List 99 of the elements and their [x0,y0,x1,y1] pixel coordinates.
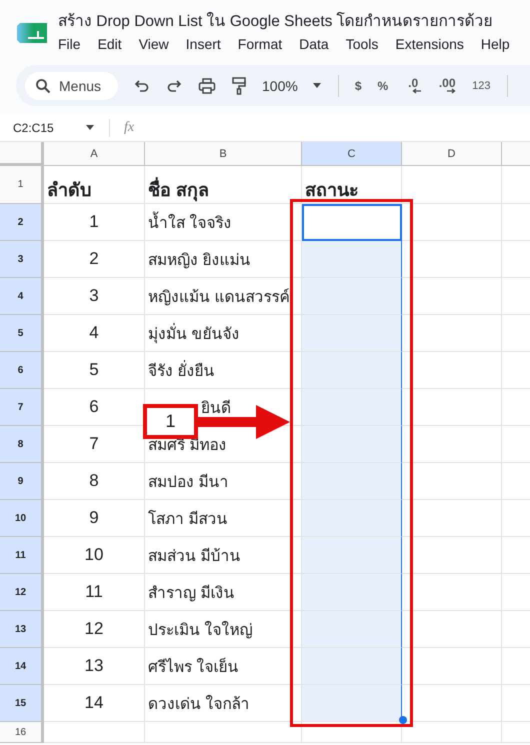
selected-cell[interactable] [302,241,402,278]
callout-label: 1 [143,404,198,439]
caret-icon [85,124,95,130]
selected-cell[interactable] [302,574,402,611]
selected-cell[interactable] [302,315,402,352]
row-header[interactable]: 10 [0,500,44,537]
redo-icon[interactable] [166,78,182,94]
table-cell-text: หญิงแม้น แดนสวรรค์ [148,287,290,308]
sheets-logo-icon[interactable] [16,20,50,46]
table-cell: มุ่งมั่น ขยันจัง [148,320,240,346]
table-cell: 1 [89,212,99,232]
row-header[interactable]: 12 [0,574,44,611]
table-cell-text: ดวงเด่น ใจกล้า [148,694,250,714]
table-cell-text: ประเมิน ใจใหญ่ [148,620,252,640]
active-cell[interactable] [302,204,402,241]
row-header[interactable]: 5 [0,315,44,352]
column-header[interactable]: B [145,142,302,166]
row-header[interactable]: 2 [0,204,44,241]
increase-decimal-button[interactable]: .00 [438,78,456,94]
empty-cell[interactable] [402,722,502,743]
table-cell-text: สมส่วน มีบ้าน [148,546,240,566]
row-header[interactable]: 7 [0,389,44,426]
table-cell-text: สำราญ มีเงิน [148,584,234,604]
menu-item[interactable]: Help [480,36,510,52]
decrease-decimal-button[interactable]: .0 [404,78,422,94]
table-cell: 7 [89,434,99,454]
selected-cell[interactable] [302,685,402,722]
table-cell: 9 [89,508,99,528]
empty-cell[interactable] [402,166,502,204]
table-cell-text: ยินดี [201,398,231,418]
print-icon[interactable] [198,78,216,94]
fill-handle[interactable] [399,716,407,724]
menu-item[interactable]: Format [238,36,282,52]
table-cell: ชื่อ สกุล [148,165,210,204]
table-cell: 13 [84,656,104,676]
row-header[interactable]: 14 [0,648,44,685]
table-cell: 8 [89,471,99,491]
selected-cell[interactable] [302,426,402,463]
row-header[interactable]: 1 [0,166,44,204]
zoom-dropdown[interactable]: 100% [262,78,322,94]
table-cell: 10 [84,545,104,565]
table-cell-text: ลำดับ [47,179,91,202]
table-cell: 3 [89,286,99,306]
column-header[interactable]: C [302,142,402,166]
selected-cell[interactable] [302,537,402,574]
column-header[interactable]: D [402,142,502,166]
menu-item[interactable]: Insert [186,36,221,52]
row-header[interactable]: 3 [0,241,44,278]
table-cell-text: สถานะ [305,179,359,202]
table-cell: 12 [84,619,104,639]
table-cell-text: สมปอง มีนา [148,472,228,492]
table-cell: 11 [85,582,103,602]
search-menus-field[interactable]: Menus [25,72,118,100]
number-format-button[interactable]: 123 [472,80,491,92]
table-cell: น้ำใส ใจจริง [148,210,232,234]
row-header[interactable]: 13 [0,611,44,648]
right-arrow-icon [446,88,456,94]
select-all-corner[interactable] [0,142,44,166]
selected-cell[interactable] [302,611,402,648]
table-cell: 14 [84,693,104,713]
selected-cell[interactable] [302,389,402,426]
menu-item[interactable]: Edit [98,36,122,52]
selected-cell[interactable] [302,648,402,685]
row-header[interactable]: 6 [0,352,44,389]
table-cell: 5 [89,360,99,380]
left-arrow-icon [412,88,422,94]
selected-cell[interactable] [302,278,402,315]
percent-button[interactable]: % [378,78,388,92]
row-header[interactable]: 4 [0,278,44,315]
caret-icon [312,82,322,88]
row-header[interactable]: 16 [0,722,44,743]
menu-item[interactable]: File [58,36,81,52]
column-header[interactable]: A [44,142,145,166]
row-header[interactable]: 15 [0,685,44,722]
currency-button[interactable]: $ [354,78,362,92]
table-cell: 2 [89,249,99,269]
selected-cell[interactable] [302,463,402,500]
name-box[interactable]: C2:C15 [0,120,95,134]
table-cell-text: สมหญิง ยิงแม่น [148,250,250,270]
menu-item[interactable]: Tools [346,36,378,52]
selected-cell[interactable] [302,500,402,537]
row-header[interactable]: 8 [0,426,44,463]
paint-roller-icon[interactable] [232,76,246,94]
selected-cell[interactable] [302,352,402,389]
table-cell: จีรัง ยั่งยืน [148,358,214,382]
table-cell: 4 [89,323,99,343]
undo-icon[interactable] [134,78,150,94]
row-header[interactable]: 9 [0,463,44,500]
empty-cell[interactable] [145,722,302,743]
menu-item[interactable]: Data [299,36,329,52]
menu-item[interactable]: Extensions [395,36,464,52]
table-cell: 6 [89,397,99,417]
column-header[interactable] [502,142,530,166]
table-cell-text: ศรีไพร ใจเย็น [148,656,238,678]
document-title[interactable]: สร้าง Drop Down List ใน Google Sheets โดยกำหนดรายการด้วย [58,10,510,34]
function-label: fx [124,120,134,136]
table-cell-text: โสภา มีสวน [148,509,228,530]
row-header[interactable]: 11 [0,537,44,574]
menu-item[interactable]: View [138,36,169,52]
